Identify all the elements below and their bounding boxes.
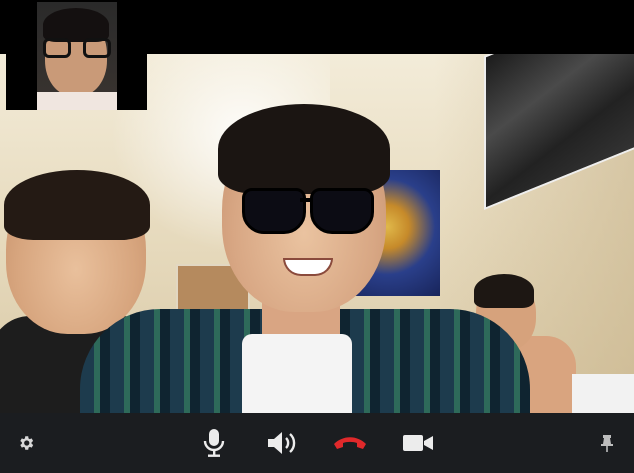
speaker-button[interactable]	[264, 413, 300, 473]
self-glasses-lens-right	[83, 38, 111, 58]
sunglasses-lens-left	[242, 188, 306, 234]
pin-button[interactable]	[592, 413, 622, 473]
self-view-frame	[37, 2, 117, 110]
video-call-window	[0, 0, 634, 473]
hang-up-icon	[334, 437, 366, 449]
gear-icon	[20, 436, 34, 450]
person-center-hair	[218, 104, 390, 194]
microphone-button[interactable]	[198, 413, 230, 473]
person-right-hair	[474, 274, 534, 308]
person-left-hair	[4, 170, 150, 240]
self-view-thumbnail[interactable]	[6, 0, 147, 110]
self-glasses-lens-left	[43, 38, 71, 58]
hang-up-button[interactable]	[330, 413, 370, 473]
self-glasses	[43, 38, 111, 60]
pillow	[572, 374, 634, 414]
self-hair	[43, 8, 109, 42]
video-camera-icon	[403, 435, 433, 451]
call-control-bar	[0, 413, 634, 473]
sunglasses-lens-right	[310, 188, 374, 234]
self-shirt	[37, 92, 117, 110]
pin-icon	[601, 435, 613, 452]
settings-button[interactable]	[10, 413, 42, 473]
person-center-shirt	[242, 334, 352, 414]
speaker-icon	[268, 432, 296, 454]
sunglasses	[242, 188, 374, 234]
camera-button[interactable]	[400, 413, 436, 473]
microphone-icon	[203, 429, 225, 457]
